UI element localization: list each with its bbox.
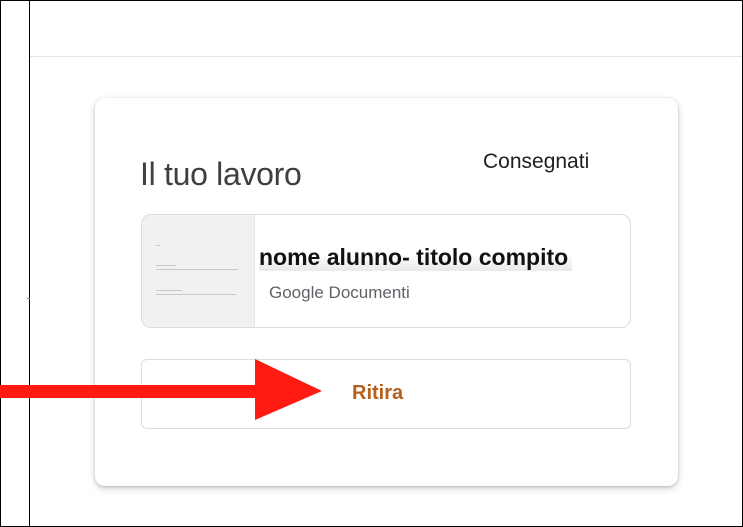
header-divider [30, 56, 742, 57]
document-thumbnail-icon [142, 215, 255, 327]
your-work-card: Il tuo lavoro Consegnati nome alunno- ti… [95, 98, 678, 486]
unsubmit-label: Ritira [352, 382, 404, 404]
left-border [29, 0, 30, 527]
attachment-item[interactable]: nome alunno- titolo compito Google Docum… [141, 214, 631, 328]
submission-status: Consegnati [483, 150, 590, 173]
attachment-type: Google Documenti [269, 283, 410, 302]
side-marker [27, 298, 30, 299]
attachment-title: nome alunno- titolo compito [259, 244, 573, 271]
card-title: Il tuo lavoro [140, 156, 302, 192]
unsubmit-button[interactable]: Ritira [141, 359, 631, 429]
